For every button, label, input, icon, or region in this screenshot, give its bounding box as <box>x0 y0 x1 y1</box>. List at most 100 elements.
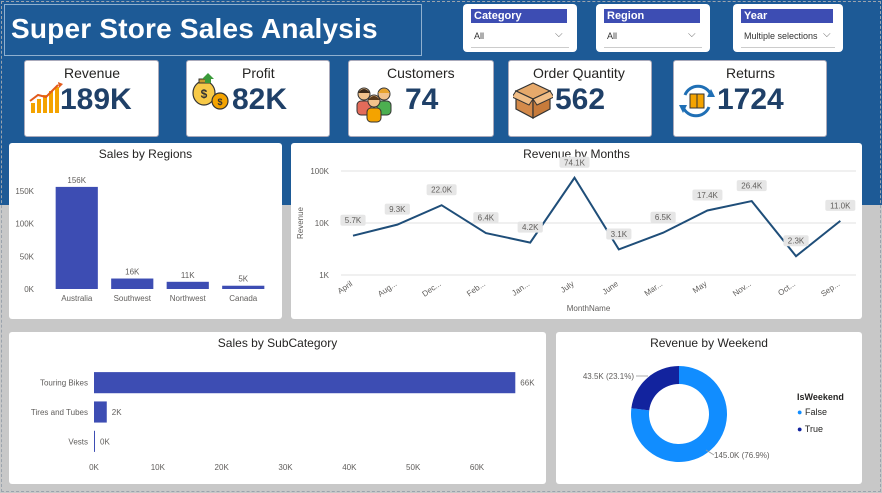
slicer-underline <box>741 47 835 48</box>
revenue-by-weekend-panel[interactable]: Revenue by Weekend 145.0K (76.9%) 43.5K (… <box>556 332 862 484</box>
x-tick-label: Northwest <box>170 294 207 303</box>
bar <box>166 281 209 289</box>
x-tick-label: 60K <box>470 463 485 472</box>
svg-text:$: $ <box>201 87 208 101</box>
svg-text:$: $ <box>217 97 222 107</box>
data-label: 26.4K <box>741 182 763 191</box>
legend-label: True <box>804 424 823 434</box>
kpi-label: Returns <box>726 65 776 81</box>
kpi-value: 189K <box>60 83 132 116</box>
x-tick-label: Canada <box>229 294 258 303</box>
return-box-icon <box>679 84 715 118</box>
kpi-label: Order Quantity <box>533 65 625 81</box>
x-tick-label: Feb... <box>465 279 487 298</box>
regions-chart: 0K 50K 100K 150K 156K Australia 16K Southwest 11… <box>15 176 265 303</box>
data-label: 3.1K <box>611 230 628 239</box>
x-tick-label: 20K <box>215 463 230 472</box>
y-tick-label: 100K <box>15 220 34 229</box>
chevron-down-icon[interactable]: ⌵ <box>555 29 563 40</box>
slicer-value: All <box>474 31 485 41</box>
category-slicer[interactable]: Category All ⌵ <box>463 4 577 52</box>
page-title: Super Store Sales Analysis <box>11 13 378 44</box>
y-tick-label: 1K <box>319 271 329 280</box>
data-label: 5K <box>238 275 248 284</box>
kpi-card-order-quantity[interactable]: Order Quantity 562 <box>508 60 652 137</box>
data-label: 11.0K <box>830 201 851 210</box>
title-box: Super Store Sales Analysis <box>4 4 422 56</box>
kpi-card-returns[interactable]: Returns 1724 <box>673 60 827 137</box>
x-tick-label: 30K <box>278 463 293 472</box>
revenue-line <box>352 175 841 258</box>
y-tick-label: 100K <box>310 167 329 176</box>
donut-slice <box>631 366 679 411</box>
kpi-value: 1724 <box>717 83 784 116</box>
x-tick-label: Southwest <box>114 294 152 303</box>
data-label: 6.5K <box>655 213 672 222</box>
legend-title: IsWeekend <box>797 392 844 402</box>
kpi-label: Revenue <box>64 65 121 81</box>
x-tick-label: 10K <box>151 463 166 472</box>
region-slicer[interactable]: Region All ⌵ <box>596 4 710 52</box>
kpi-value: 562 <box>555 83 606 116</box>
y-axis-title: Revenue <box>296 206 305 239</box>
data-label: 17.4K <box>697 191 719 200</box>
x-tick-label: July <box>559 279 576 295</box>
x-tick-label: Sep... <box>819 279 841 298</box>
x-tick-label: Nov... <box>731 279 753 298</box>
kpi-card-customers[interactable]: Customers 74 <box>348 60 494 137</box>
y-tick-label: 150K <box>15 187 34 196</box>
slice-label: 145.0K (76.9%) <box>714 451 770 460</box>
legend-item-true[interactable]: ● True <box>797 424 823 434</box>
x-tick-label: Dec... <box>420 279 442 298</box>
kpi-card-revenue[interactable]: Revenue 189K <box>24 60 159 137</box>
data-label: 11K <box>181 271 195 280</box>
sales-by-regions-panel[interactable]: Sales by Regions 0K 50K 100K 150K 156K Austra… <box>9 143 282 319</box>
bar <box>94 430 95 452</box>
data-label: 5.7K <box>345 216 362 225</box>
people-group-icon <box>356 87 392 123</box>
x-tick-label: April <box>336 279 354 296</box>
months-chart: 1K 10K 100K 5.7K April 9.3K Aug... 22.0K Dec... 6… <box>296 156 856 313</box>
kpi-label: Customers <box>387 65 455 81</box>
legend-item-false[interactable]: ● False <box>797 407 827 417</box>
slicer-value: Multiple selections <box>744 31 818 41</box>
year-slicer[interactable]: Year Multiple selections ⌵ <box>733 4 843 52</box>
kpi-label: Profit <box>242 65 275 81</box>
y-tick-label: Tires and Tubes <box>31 408 88 417</box>
bar <box>111 278 154 289</box>
money-bag-icon: $ $ <box>192 73 229 110</box>
data-label: 4.2K <box>522 223 539 232</box>
legend-label: False <box>804 407 827 417</box>
slicer-header: Region <box>604 9 700 23</box>
slicer-value: All <box>607 31 618 41</box>
kpi-value: 82K <box>232 83 288 116</box>
x-tick-label: Aug... <box>376 279 398 298</box>
legend-dot: ● <box>797 424 803 434</box>
kpi-card-profit[interactable]: $ $ Profit 82K <box>186 60 330 137</box>
chevron-down-icon[interactable]: ⌵ <box>823 29 831 40</box>
revenue-by-months-panel[interactable]: Revenue by Months 1K 10K 100K 5.7K April 9.3K… <box>291 143 862 319</box>
y-tick-label: 10K <box>315 219 330 228</box>
y-tick-label: Touring Bikes <box>40 379 88 388</box>
x-tick-label: May <box>691 279 709 295</box>
bar <box>222 285 265 289</box>
data-label: 66K <box>520 379 535 388</box>
kpi-value: 74 <box>405 83 439 116</box>
bar <box>55 186 98 289</box>
chevron-down-icon[interactable]: ⌵ <box>688 29 696 40</box>
data-label: 6.4K <box>478 214 495 223</box>
bar <box>94 401 107 423</box>
slicer-underline <box>604 47 702 48</box>
x-tick-label: 40K <box>342 463 357 472</box>
x-tick-label: Oct... <box>776 279 797 297</box>
x-tick-label: 50K <box>406 463 421 472</box>
y-tick-label: 50K <box>20 252 35 261</box>
sales-by-subcategory-panel[interactable]: Sales by SubCategory Touring Bikes 66K Tir… <box>9 332 546 484</box>
x-tick-label: June <box>601 279 621 297</box>
y-tick-label: Vests <box>68 437 88 446</box>
data-label: 9.3K <box>389 205 406 214</box>
slicer-underline <box>471 47 569 48</box>
x-tick-label: Mar... <box>643 279 665 298</box>
data-label: 22.0K <box>431 186 453 195</box>
data-label: 0K <box>100 437 110 446</box>
